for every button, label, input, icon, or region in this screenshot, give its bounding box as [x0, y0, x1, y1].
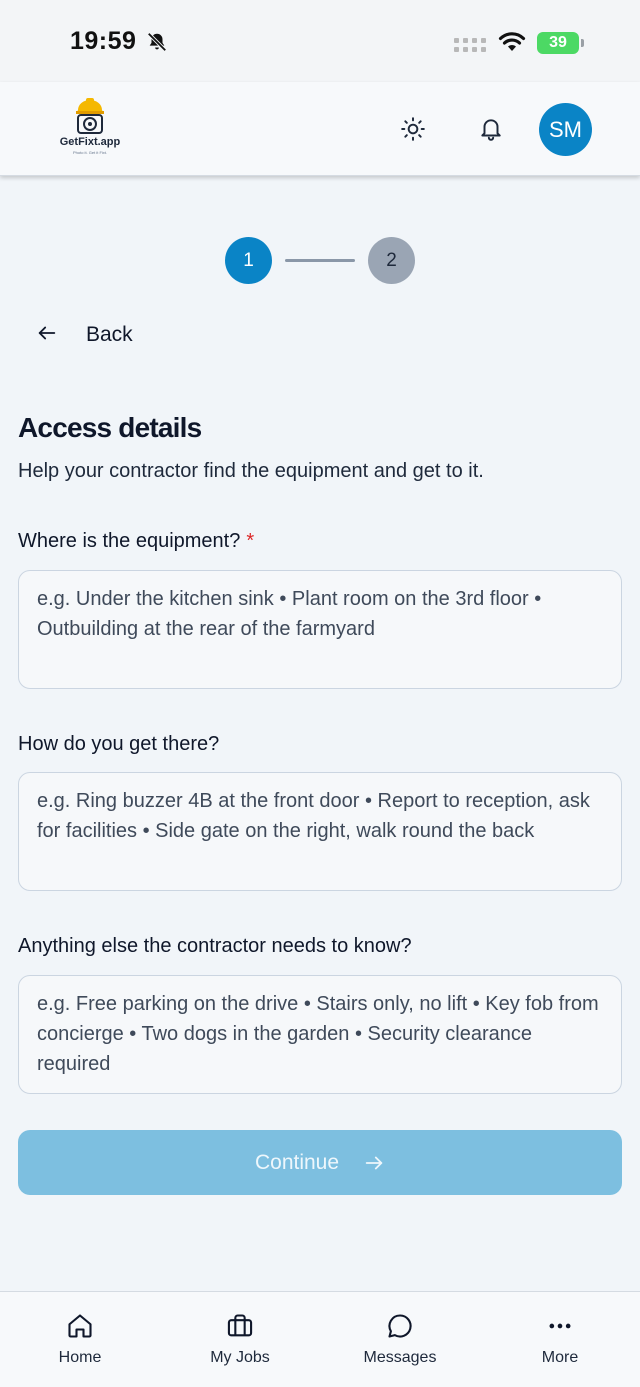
status-bar: 19:59 39 — [0, 0, 640, 82]
bell-icon[interactable] — [478, 116, 504, 142]
tab-more[interactable]: More — [480, 1292, 640, 1387]
battery-indicator: 39 — [537, 32, 584, 54]
extra-info-input[interactable] — [18, 975, 622, 1094]
back-label: Back — [86, 323, 133, 346]
page-subtitle: Help your contractor find the equipment … — [18, 460, 484, 482]
tab-my-jobs[interactable]: My Jobs — [160, 1292, 320, 1387]
tab-home-label: Home — [58, 1349, 102, 1366]
logo-text: GetFixt.app — [59, 136, 121, 148]
continue-button[interactable]: Continue — [18, 1130, 622, 1195]
cellular-signal-icon — [454, 38, 488, 54]
chat-icon — [386, 1312, 414, 1340]
status-time: 19:59 — [70, 27, 137, 55]
app-logo[interactable]: GetFixt.app Photo it. Get it Fixt. — [56, 96, 124, 158]
extra-info-label: Anything else the contractor needs to kn… — [18, 935, 412, 957]
tab-home[interactable]: Home — [0, 1292, 160, 1387]
logo-icon — [76, 98, 104, 134]
home-icon — [66, 1312, 94, 1340]
step-connector — [285, 259, 355, 262]
tab-messages-label: Messages — [363, 1349, 437, 1366]
access-route-input[interactable] — [18, 772, 622, 891]
wifi-icon — [498, 31, 526, 58]
sun-icon[interactable] — [400, 116, 426, 142]
step-2-indicator: 2 — [368, 237, 415, 284]
avatar[interactable]: SM — [539, 103, 592, 156]
app-header: GetFixt.app Photo it. Get it Fixt. SM — [0, 82, 640, 176]
back-button[interactable]: Back — [36, 318, 133, 352]
arrow-left-icon — [36, 322, 58, 349]
tab-messages[interactable]: Messages — [320, 1292, 480, 1387]
required-marker: * — [246, 530, 255, 552]
bell-muted-icon — [146, 31, 168, 58]
tab-more-label: More — [541, 1349, 579, 1366]
equipment-location-label-text: Where is the equipment? — [18, 530, 241, 552]
equipment-location-input[interactable] — [18, 570, 622, 689]
bottom-tab-bar: Home My Jobs Messages More — [0, 1291, 640, 1387]
more-icon — [546, 1312, 574, 1340]
page-title: Access details — [18, 412, 202, 443]
logo-tagline: Photo it. Get it Fixt. — [72, 150, 107, 155]
briefcase-icon — [226, 1312, 254, 1340]
arrow-right-icon — [365, 1156, 383, 1169]
access-route-label: How do you get there? — [18, 733, 220, 755]
continue-label: Continue — [254, 1150, 340, 1174]
step-1-indicator: 1 — [225, 237, 272, 284]
tab-my-jobs-label: My Jobs — [210, 1349, 270, 1366]
equipment-location-label: Where is the equipment? * — [18, 530, 254, 553]
